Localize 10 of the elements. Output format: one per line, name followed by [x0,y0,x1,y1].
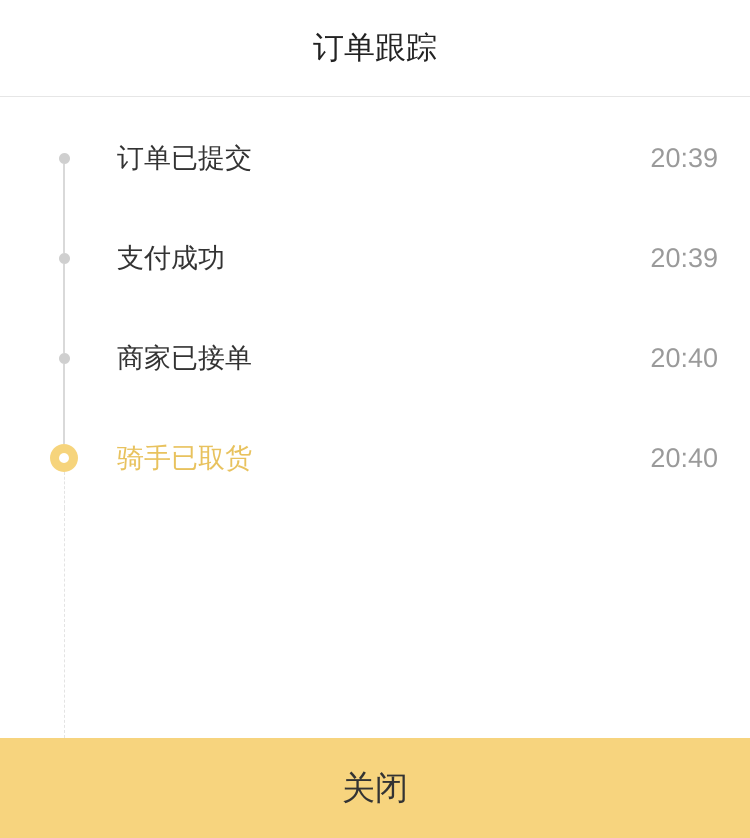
status-time: 20:40 [650,442,718,475]
status-time: 20:40 [650,342,718,375]
status-label: 骑手已取货 [117,442,252,475]
status-label: 商家已接单 [117,342,252,375]
status-time: 20:39 [650,242,718,275]
status-time: 20:39 [650,142,718,175]
status-label: 支付成功 [117,242,225,275]
status-label: 订单已提交 [117,142,252,175]
close-button[interactable]: 关闭 [0,738,750,838]
page-title: 订单跟踪 [313,28,437,67]
